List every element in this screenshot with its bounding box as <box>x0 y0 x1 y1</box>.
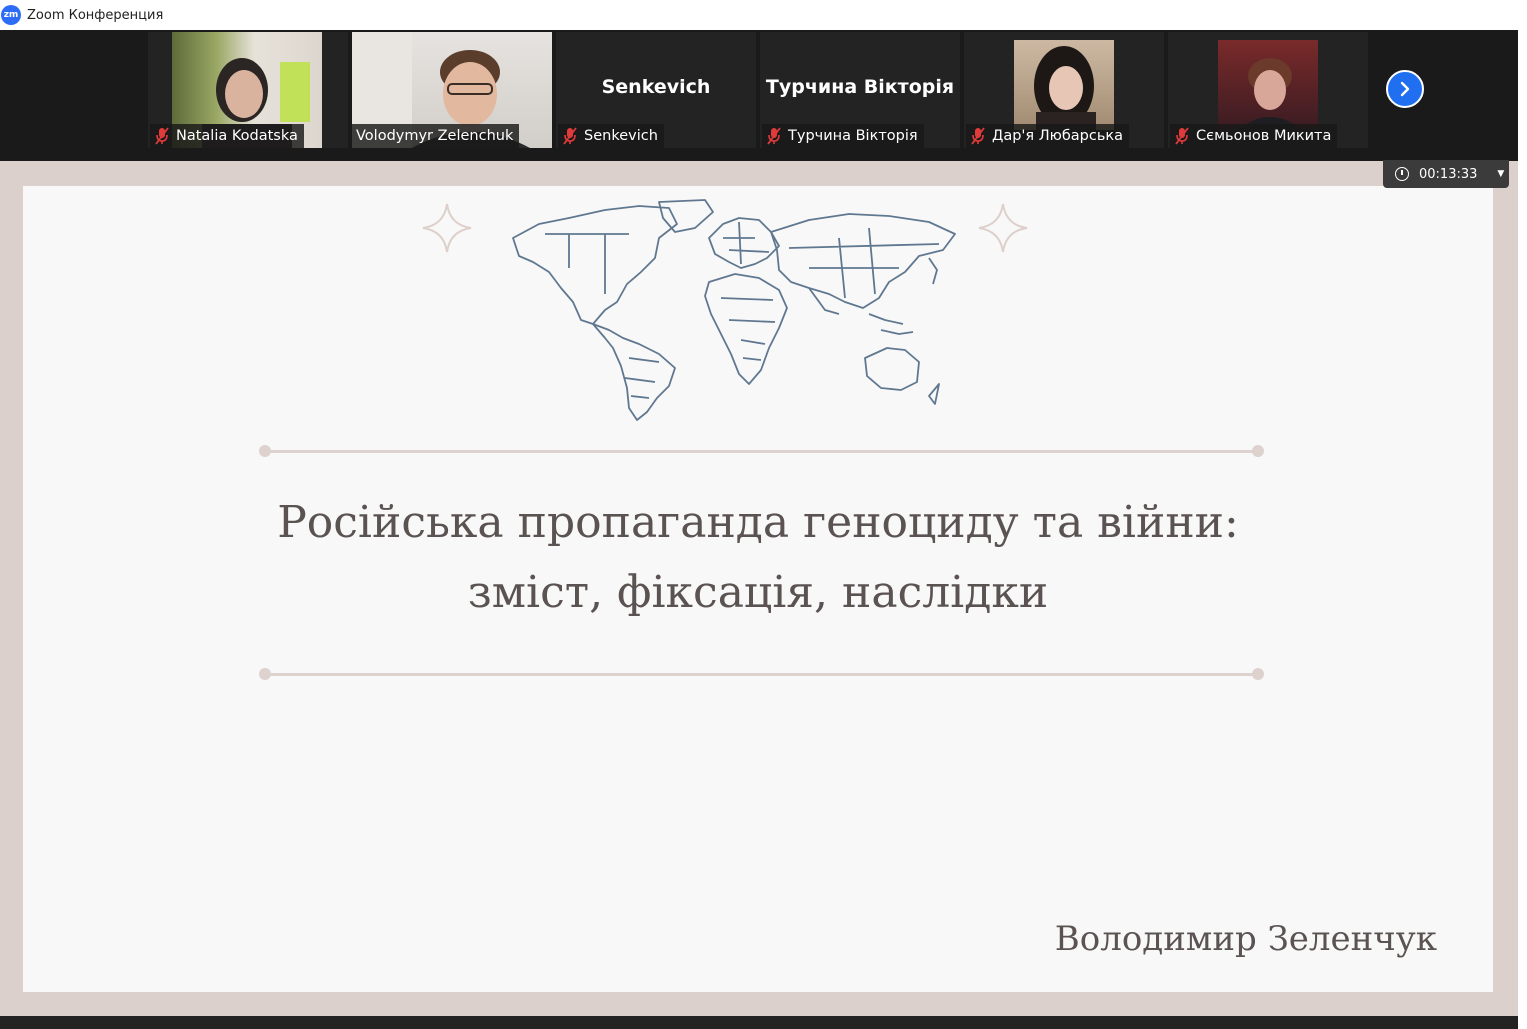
participant-display-name: Турчина Вікторія <box>765 76 955 98</box>
mic-muted-icon <box>766 127 782 145</box>
mic-muted-icon <box>562 127 578 145</box>
world-map-icon <box>512 199 956 421</box>
next-page-button[interactable] <box>1386 70 1424 108</box>
participant-name: Senkevich <box>584 128 658 144</box>
window-title: Zoom Конференция <box>27 7 164 23</box>
participant-name: Турчина Вікторія <box>788 128 918 144</box>
four-point-star-icon <box>422 203 472 253</box>
mic-muted-icon <box>1174 127 1190 145</box>
slide-title-line-1: Російська пропаганда геноциду та війни: <box>277 497 1239 548</box>
meeting-timer[interactable]: 00:13:33 ▼ <box>1383 160 1509 188</box>
slide-title-line-2: зміст, фіксація, наслідки <box>467 567 1049 618</box>
participant-video-frame <box>1238 58 1302 130</box>
participant-name: Дар'я Любарська <box>992 128 1124 144</box>
participant-nameplate: Senkevich <box>558 124 664 148</box>
participant-name: Volodymyr Zelenchuk <box>356 128 514 144</box>
participant-nameplate: Volodymyr Zelenchuk <box>352 124 520 148</box>
participant-nameplate: Сємьонов Микита <box>1170 124 1338 148</box>
window-edge <box>1518 30 1527 1029</box>
participant-gallery: Natalia Kodatska Volodymyr Zelenchuk Sen… <box>0 30 1518 161</box>
window-titlebar: zm Zoom Конференция <box>0 0 1527 30</box>
chevron-down-icon: ▼ <box>1497 169 1505 179</box>
participant-tile-active-speaker[interactable]: Volodymyr Zelenchuk <box>352 32 552 148</box>
participant-tile[interactable]: Дар'я Любарська <box>964 32 1164 148</box>
four-point-star-icon <box>978 203 1028 253</box>
participant-tile[interactable]: Сємьонов Микита <box>1168 32 1368 148</box>
mic-muted-icon <box>154 127 170 145</box>
participant-tile[interactable]: Senkevich Senkevich <box>556 32 756 148</box>
zoom-logo-icon: zm <box>1 5 21 25</box>
participant-video-frame <box>1034 46 1096 132</box>
participant-display-name: Senkevich <box>601 76 711 98</box>
decorative-divider <box>259 445 1264 457</box>
participant-nameplate: Турчина Вікторія <box>762 124 924 148</box>
participant-tile[interactable]: Турчина Вікторія Турчина Вікторія <box>760 32 960 148</box>
chevron-right-icon <box>1400 81 1410 97</box>
participant-tile[interactable]: Natalia Kodatska <box>148 32 348 148</box>
mic-muted-icon <box>970 127 986 145</box>
participant-video <box>1014 40 1114 132</box>
shared-screen: Російська пропаганда геноциду та війни: … <box>0 161 1518 1016</box>
participant-name: Сємьонов Микита <box>1196 128 1332 144</box>
slide-author: Володимир Зеленчук <box>1054 919 1437 959</box>
decorative-divider <box>259 668 1264 680</box>
participant-video <box>1218 40 1318 130</box>
timer-value: 00:13:33 <box>1419 166 1478 182</box>
participant-nameplate: Дар'я Любарська <box>966 124 1130 148</box>
bottom-toolbar-edge <box>0 1016 1518 1029</box>
presentation-slide: Російська пропаганда геноциду та війни: … <box>23 186 1493 992</box>
participant-nameplate: Natalia Kodatska <box>150 124 304 148</box>
clock-icon <box>1395 167 1409 181</box>
participant-name: Natalia Kodatska <box>176 128 298 144</box>
